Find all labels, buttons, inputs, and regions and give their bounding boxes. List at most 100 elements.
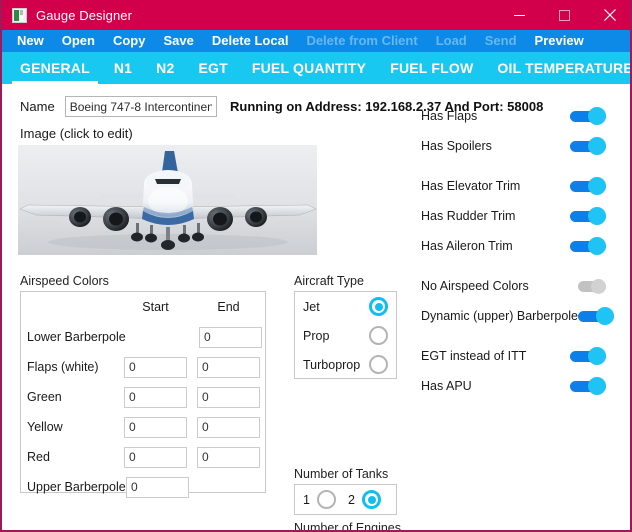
menu-item-new[interactable]: New: [8, 30, 53, 52]
toggle-switch-has-flaps[interactable]: [570, 107, 617, 125]
toggle-row-no-airspeed-colors: No Airspeed Colors: [421, 276, 617, 296]
maximize-button[interactable]: [542, 0, 587, 30]
toggle-label-no-airspeed-colors: No Airspeed Colors: [421, 279, 529, 293]
radio-icon-tanks-1[interactable]: [317, 490, 336, 509]
radio-icon-turboprop[interactable]: [369, 355, 388, 374]
toggle-row-has-rudder-trim: Has Rudder Trim: [421, 206, 617, 226]
tab-oil-temperature[interactable]: OIL TEMPERATURE: [485, 52, 630, 84]
toggle-row-has-spoilers: Has Spoilers: [421, 136, 617, 156]
menu-item-copy[interactable]: Copy: [104, 30, 155, 52]
radio-label-tanks-2: 2: [348, 492, 355, 507]
table-row: Lower Barberpole: [21, 322, 265, 352]
table-row: Red: [21, 442, 265, 472]
cell-red-start: [119, 446, 192, 468]
toggle-switch-has-spoilers[interactable]: [570, 137, 617, 155]
toggle-switch-dynamic-upper-barberpole[interactable]: [578, 307, 625, 325]
cell-yellow-start: [119, 416, 192, 438]
aircraft-image[interactable]: [18, 145, 317, 255]
column-header-start: Start: [142, 300, 169, 314]
cell-yellow-end: [192, 416, 265, 438]
toggle-row-has-elevator-trim: Has Elevator Trim: [421, 176, 617, 196]
cell-red-end: [192, 446, 265, 468]
input-red-end[interactable]: [197, 446, 260, 468]
radio-label-prop: Prop: [303, 328, 330, 343]
tab-n1[interactable]: N1: [102, 52, 144, 84]
radio-option-jet[interactable]: Jet: [295, 292, 396, 321]
radio-label-tanks-1: 1: [303, 492, 310, 507]
row-label-lower-barberpole: Lower Barberpole: [27, 330, 126, 344]
input-yellow-start[interactable]: [124, 416, 187, 438]
aircraft-type-group: Aircraft Type Jet Prop Turboprop: [294, 274, 397, 379]
general-tab-panel: Name Running on Address: 192.168.2.37 An…: [2, 84, 630, 532]
toggle-switch-egt-instead-of-itt[interactable]: [570, 347, 617, 365]
radio-option-tanks-1[interactable]: 1: [303, 490, 348, 509]
input-red-start[interactable]: [124, 446, 187, 468]
number-of-tanks-body: 1 2: [294, 484, 397, 515]
input-green-start[interactable]: [124, 386, 187, 408]
tab-n2[interactable]: N2: [144, 52, 186, 84]
window-title: Gauge Designer: [36, 7, 133, 23]
toggle-row-has-aileron-trim: Has Aileron Trim: [421, 236, 617, 256]
window-controls: [497, 0, 630, 30]
cell-green-start: [119, 386, 192, 408]
row-label-green: Green: [27, 390, 62, 404]
row-label-red: Red: [27, 450, 50, 464]
number-of-engines-title: Number of Engines: [294, 521, 402, 532]
menu-item-preview[interactable]: Preview: [526, 30, 593, 52]
airspeed-colors-body: Start End Lower Barberpole Flaps (white): [20, 291, 266, 498]
app-icon: [12, 7, 27, 23]
row-label-upper-barberpole: Upper Barberpole: [27, 480, 126, 494]
name-label: Name: [20, 99, 55, 114]
radio-label-turboprop: Turboprop: [303, 357, 361, 372]
radio-option-turboprop[interactable]: Turboprop: [295, 350, 396, 379]
input-yellow-end[interactable]: [197, 416, 260, 438]
input-green-end[interactable]: [197, 386, 260, 408]
number-of-tanks-title: Number of Tanks: [294, 467, 389, 481]
aircraft-type-title: Aircraft Type: [294, 274, 364, 288]
toggle-switch-has-rudder-trim[interactable]: [570, 207, 617, 225]
close-button[interactable]: [587, 0, 630, 30]
toggle-label-has-elevator-trim: Has Elevator Trim: [421, 179, 521, 193]
tab-fuel-quantity[interactable]: FUEL QUANTITY: [240, 52, 378, 84]
tab-fuel-flow[interactable]: FUEL FLOW: [378, 52, 485, 84]
cell-upper-barberpole-start: [121, 476, 194, 498]
input-flaps-end[interactable]: [197, 356, 260, 378]
radio-icon-prop[interactable]: [369, 326, 388, 345]
menu-item-delete-local[interactable]: Delete Local: [203, 30, 298, 52]
row-label-yellow: Yellow: [27, 420, 63, 434]
radio-option-prop[interactable]: Prop: [295, 321, 396, 350]
menu-item-delete-from-client: Delete from Client: [306, 33, 418, 48]
toggle-label-has-rudder-trim: Has Rudder Trim: [421, 209, 516, 223]
boeing-747-8-illustration: [18, 145, 317, 255]
toggle-label-dynamic-upper-barberpole: Dynamic (upper) Barberpole: [421, 309, 579, 323]
airspeed-colors-group: Airspeed Colors Start End Lower Barberpo…: [20, 274, 266, 498]
toggle-switch-has-aileron-trim[interactable]: [570, 237, 617, 255]
menu-item-open[interactable]: Open: [53, 30, 104, 52]
radio-icon-tanks-2[interactable]: [362, 490, 381, 509]
minimize-button[interactable]: [497, 0, 542, 30]
input-upper-barberpole-start[interactable]: [126, 476, 189, 498]
toggle-label-has-flaps: Has Flaps: [421, 109, 478, 123]
toggle-row-has-apu: Has APU: [421, 376, 617, 396]
cell-green-end: [192, 386, 265, 408]
tab-egt[interactable]: EGT: [186, 52, 239, 84]
menu-item-save[interactable]: Save: [154, 30, 202, 52]
table-row: Flaps (white): [21, 352, 265, 382]
input-flaps-start[interactable]: [124, 356, 187, 378]
tab-general[interactable]: GENERAL: [8, 52, 102, 84]
toggle-label-has-aileron-trim: Has Aileron Trim: [421, 239, 513, 253]
input-lower-barberpole-end[interactable]: [199, 326, 262, 348]
cell-lower-barberpole-end: [194, 326, 267, 348]
name-input[interactable]: [64, 96, 217, 117]
toggle-row-has-flaps: Has Flaps: [421, 106, 617, 126]
minimize-icon: [514, 14, 525, 16]
toggle-switch-has-elevator-trim[interactable]: [570, 177, 617, 195]
table-row: Upper Barberpole: [21, 472, 265, 502]
radio-option-tanks-2[interactable]: 2: [348, 490, 393, 509]
column-header-end: End: [217, 300, 240, 314]
maximize-icon: [559, 9, 570, 21]
radio-icon-jet[interactable]: [369, 297, 388, 316]
toggle-switch-no-airspeed-colors[interactable]: [570, 277, 617, 295]
toggle-switch-has-apu[interactable]: [570, 377, 617, 395]
row-label-flaps-white: Flaps (white): [27, 360, 99, 374]
